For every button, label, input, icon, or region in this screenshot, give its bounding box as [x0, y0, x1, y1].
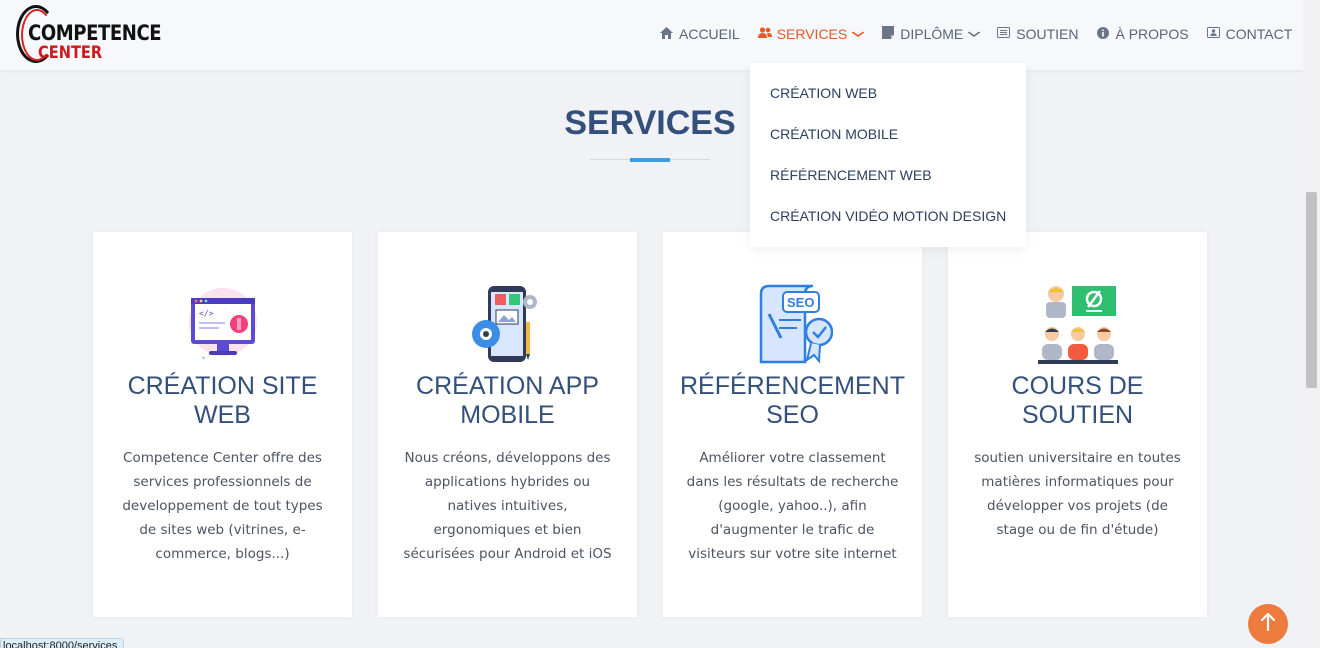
service-card-seo[interactable]: SEO Référencement SEO Améliorer votre cl…	[663, 232, 922, 617]
svg-text:✦: ✦	[201, 355, 206, 362]
competence-center-logo[interactable]: COMPETENCE CENTER	[16, 3, 162, 65]
service-card-soutien[interactable]: Cours de soutien soutien universitaire e…	[948, 232, 1207, 617]
page-scrollbar[interactable]	[1303, 0, 1320, 648]
status-bar-url: localhost:8000/services	[0, 638, 125, 648]
logo-text-bottom: CENTER	[38, 43, 103, 63]
card-title: Référencement SEO	[679, 372, 905, 429]
card-text: Améliorer votre classement dans les résu…	[686, 450, 899, 562]
nav-label: Diplôme	[900, 26, 964, 42]
title-divider-accent	[630, 158, 670, 162]
back-to-top-button[interactable]	[1248, 604, 1288, 644]
nav-item-services[interactable]: Services	[757, 26, 865, 42]
service-card-web[interactable]: </> ✦ Création site web Competence Cente…	[93, 232, 352, 617]
card-title: Création app mobile	[416, 372, 599, 429]
dropdown-item-referencement-web[interactable]: Référencement web	[770, 167, 932, 183]
list-icon	[997, 27, 1011, 41]
nav-label: Soutien	[1016, 26, 1079, 42]
web-design-icon: </> ✦	[187, 284, 259, 364]
scrollbar-thumb[interactable]	[1306, 192, 1317, 388]
svg-text:SEO: SEO	[787, 295, 814, 310]
logo-text-top: COMPETENCE	[28, 21, 162, 45]
site-header: COMPETENCE CENTER Accueil Services Diplô…	[0, 0, 1303, 70]
service-card-mobile[interactable]: Création app mobile Nous créons, dévelop…	[378, 232, 637, 617]
chevron-down-icon	[967, 29, 981, 40]
card-text: Competence Center offre des services pro…	[122, 450, 323, 562]
nav-item-contact[interactable]: Contact	[1206, 26, 1293, 42]
arrow-up-icon	[1260, 612, 1276, 636]
nav-label: Accueil	[679, 26, 740, 42]
nav-item-accueil[interactable]: Accueil	[660, 26, 740, 42]
home-icon	[660, 26, 673, 42]
card-title: Cours de soutien	[1011, 372, 1144, 429]
mobile-app-icon	[472, 284, 544, 364]
card-title: Création site web	[127, 372, 318, 429]
main-nav: Accueil Services Diplôme Soutien	[660, 26, 1310, 42]
nav-item-diplome[interactable]: Diplôme	[881, 26, 981, 42]
nav-label: Contact	[1225, 26, 1293, 42]
nav-item-soutien[interactable]: Soutien	[997, 26, 1078, 42]
classroom-icon	[1038, 284, 1118, 364]
dropdown-item-motion-design[interactable]: Création vidéo motion design	[770, 208, 1006, 224]
nav-label: Services	[776, 26, 848, 42]
nav-item-a-propos[interactable]: À propos	[1096, 26, 1189, 42]
services-dropdown-menu: Création web Création mobile Référenceme…	[750, 63, 1026, 247]
seo-certificate-icon: SEO	[757, 284, 834, 364]
card-text: Nous créons, développons des application…	[403, 450, 612, 562]
users-icon	[757, 27, 772, 41]
svg-text:</>: </>	[199, 309, 214, 318]
info-icon	[1096, 26, 1109, 42]
dropdown-item-creation-web[interactable]: Création web	[770, 85, 877, 101]
dropdown-item-creation-mobile[interactable]: Création mobile	[770, 126, 898, 142]
nav-label: À propos	[1115, 26, 1189, 42]
document-icon	[881, 26, 894, 42]
section-title: SERVICES	[564, 104, 736, 142]
contact-card-icon	[1206, 27, 1220, 41]
card-text: soutien universitaire en toutes matières…	[974, 450, 1181, 538]
chevron-down-icon	[851, 29, 865, 40]
